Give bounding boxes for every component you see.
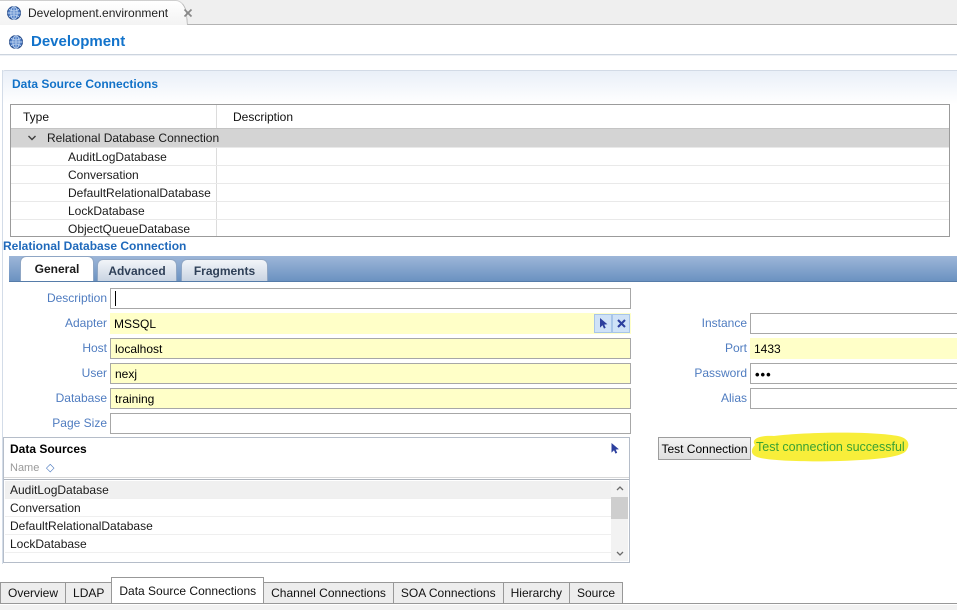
- test-connection-button[interactable]: Test Connection: [658, 437, 751, 460]
- password-label: Password: [643, 366, 747, 380]
- environment-editor: Development.environment Development Data…: [0, 0, 957, 610]
- column-header-description[interactable]: Description: [233, 110, 293, 124]
- description-field[interactable]: [110, 288, 631, 309]
- host-field[interactable]: localhost: [110, 338, 631, 359]
- data-sources-title: Data Sources: [10, 442, 87, 456]
- instance-field[interactable]: [750, 313, 957, 334]
- alias-label: Alias: [643, 391, 747, 405]
- page-tab-overview[interactable]: Overview: [0, 582, 66, 603]
- clear-x-icon: [616, 318, 627, 329]
- tree-row-label: Conversation: [68, 168, 139, 182]
- page-tab-soa-connections[interactable]: SOA Connections: [393, 582, 504, 603]
- page-tab-bar: Overview LDAP Data Source Connections Ch…: [0, 578, 957, 604]
- column-header-type[interactable]: Type: [23, 110, 49, 124]
- globe-icon: [6, 5, 22, 21]
- tree-row[interactable]: AuditLogDatabase: [11, 147, 949, 165]
- page-title: Development: [31, 33, 125, 50]
- tree-group-row[interactable]: Relational Database Connection: [11, 129, 949, 147]
- section-title: Data Source Connections: [12, 77, 158, 91]
- list-item[interactable]: Conversation: [5, 499, 611, 517]
- connections-table: Type Description Relational Database Con…: [10, 104, 950, 237]
- editor-tab-title: Development.environment: [28, 6, 168, 20]
- port-field[interactable]: 1433: [750, 338, 957, 359]
- tree-group-label: Relational Database Connection: [47, 131, 219, 145]
- adapter-field[interactable]: MSSQL: [110, 313, 631, 334]
- adapter-label: Adapter: [3, 316, 107, 330]
- database-field[interactable]: training: [110, 388, 631, 409]
- user-field[interactable]: nexj: [110, 363, 631, 384]
- host-label: Host: [3, 341, 107, 355]
- scroll-up-icon[interactable]: [611, 481, 628, 496]
- data-sources-panel: Data Sources Name ◇ AuditLogDatabase Con…: [3, 437, 630, 563]
- chevron-down-icon[interactable]: [27, 134, 37, 142]
- tree-row[interactable]: DefaultRelationalDatabase: [11, 183, 949, 201]
- pointer-icon: [597, 317, 609, 330]
- tree-row-label: AuditLogDatabase: [68, 150, 167, 164]
- adapter-clear-button[interactable]: [612, 314, 630, 333]
- detail-title: Relational Database Connection: [3, 239, 186, 253]
- name-column-label: Name: [10, 462, 39, 474]
- port-label: Port: [643, 341, 747, 355]
- pointer-icon[interactable]: [608, 442, 621, 455]
- list-item[interactable]: LockDatabase: [5, 535, 611, 553]
- password-field[interactable]: •••: [750, 363, 957, 384]
- page-tab-channel-connections[interactable]: Channel Connections: [263, 582, 394, 603]
- tab-general[interactable]: General: [20, 256, 94, 281]
- scrollbar-thumb[interactable]: [611, 497, 628, 519]
- scrollbar[interactable]: [611, 481, 628, 561]
- detail-tab-bar: General Advanced Fragments: [9, 256, 957, 282]
- editor-tab-bar: Development.environment: [0, 0, 957, 25]
- page-tab-data-source-connections[interactable]: Data Source Connections: [111, 577, 264, 603]
- tree-row[interactable]: Conversation: [11, 165, 949, 183]
- tree-row-label: LockDatabase: [68, 204, 145, 218]
- page-size-label: Page Size: [3, 416, 107, 430]
- description-label: Description: [3, 291, 107, 305]
- page-header: Development: [8, 33, 125, 50]
- close-icon[interactable]: [182, 7, 194, 19]
- scroll-down-icon[interactable]: [611, 546, 628, 561]
- instance-label: Instance: [643, 316, 747, 330]
- list-item[interactable]: AuditLogDatabase: [5, 481, 611, 499]
- tree-row-label: ObjectQueueDatabase: [68, 222, 190, 236]
- tree-row-label: DefaultRelationalDatabase: [68, 186, 211, 200]
- page-tab-ldap[interactable]: LDAP: [65, 582, 112, 603]
- user-label: User: [3, 366, 107, 380]
- data-sources-header: Data Sources: [4, 438, 629, 460]
- alias-field[interactable]: [750, 388, 957, 409]
- bottom-strip: [0, 605, 957, 610]
- page-size-field[interactable]: [110, 413, 631, 434]
- list-item[interactable]: DefaultRelationalDatabase: [5, 517, 611, 535]
- page-tab-hierarchy[interactable]: Hierarchy: [503, 582, 570, 603]
- globe-icon: [8, 34, 24, 50]
- tree-row[interactable]: ObjectQueueDatabase: [11, 219, 949, 237]
- sort-diamond-icon: ◇: [46, 461, 54, 474]
- database-label: Database: [3, 391, 107, 405]
- tab-advanced[interactable]: Advanced: [97, 259, 177, 281]
- header-divider: [0, 54, 957, 56]
- table-header-row: Type Description: [11, 105, 949, 129]
- editor-tab-development-environment[interactable]: Development.environment: [0, 0, 188, 25]
- tab-fragments[interactable]: Fragments: [181, 259, 268, 281]
- tree-row[interactable]: LockDatabase: [11, 201, 949, 219]
- text-caret: [115, 291, 116, 306]
- name-column-header[interactable]: Name ◇: [4, 460, 629, 478]
- status-message: Test connection successful: [756, 440, 905, 454]
- data-sources-list: AuditLogDatabase Conversation DefaultRel…: [4, 479, 629, 562]
- adapter-pick-button[interactable]: [594, 314, 612, 333]
- page-tab-source[interactable]: Source: [569, 582, 623, 603]
